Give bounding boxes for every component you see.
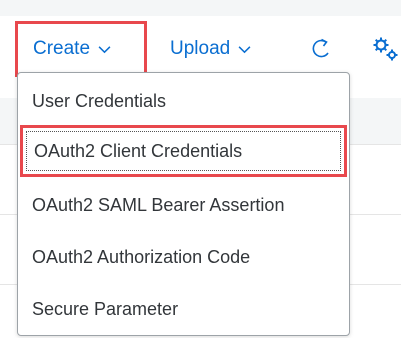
menu-item-oauth2-saml-bearer-assertion[interactable]: OAuth2 SAML Bearer Assertion (18, 179, 349, 231)
settings-icon[interactable] (372, 35, 401, 63)
menu-item-oauth2-authorization-code[interactable]: OAuth2 Authorization Code (18, 231, 349, 283)
upload-button[interactable]: Upload (170, 38, 251, 60)
create-dropdown-menu: User Credentials OAuth2 Client Credentia… (17, 72, 350, 336)
background-header (0, 0, 401, 16)
menu-item-label: OAuth2 SAML Bearer Assertion (32, 194, 285, 215)
menu-item-label: OAuth2 Authorization Code (32, 246, 251, 267)
screen: Create Upload User Credentials OAuth2 Cl… (0, 0, 401, 338)
menu-item-secure-parameter[interactable]: Secure Parameter (18, 283, 349, 335)
upload-button-label: Upload (170, 38, 231, 59)
menu-item-user-credentials[interactable]: User Credentials (18, 75, 349, 127)
menu-item-label: User Credentials (32, 90, 167, 111)
refresh-icon[interactable] (310, 35, 332, 61)
create-highlight-box (15, 21, 147, 77)
chevron-down-icon (238, 45, 251, 53)
menu-item-label: OAuth2 Client Credentials (34, 140, 243, 161)
menu-item-label: Secure Parameter (32, 298, 179, 319)
menu-item-oauth2-client-credentials[interactable]: OAuth2 Client Credentials (20, 125, 347, 177)
